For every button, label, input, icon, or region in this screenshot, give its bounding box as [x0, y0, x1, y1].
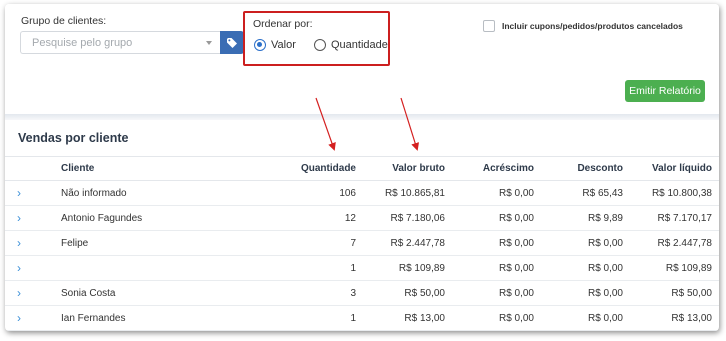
table-row[interactable]: › Não informado 106 R$ 10.865,81 R$ 0,00… — [5, 180, 719, 206]
filters-area: Grupo de clientes: Pesquise pelo grupo O… — [5, 4, 719, 115]
table-row[interactable]: › Felipe 7 R$ 2.447,78 R$ 0,00 R$ 0,00 R… — [5, 230, 719, 256]
cell-valor-liquido: R$ 10.800,38 — [623, 180, 719, 206]
cell-valor-liquido: R$ 7.170,17 — [623, 205, 719, 231]
table-row[interactable]: › Antonio Fagundes 12 R$ 7.180,06 R$ 0,0… — [5, 205, 719, 231]
table-header-row: Cliente Quantidade Valor bruto Acréscimo… — [5, 156, 719, 181]
cell-acrescimo: R$ 0,00 — [445, 230, 534, 256]
group-tag-button[interactable] — [220, 31, 244, 54]
order-option-quantidade: Quantidade — [331, 39, 388, 51]
cell-valor-bruto: R$ 50,00 — [356, 280, 445, 306]
cell-valor-liquido: R$ 109,89 — [623, 255, 719, 281]
cell-acrescimo: R$ 0,00 — [445, 305, 534, 331]
cell-valor-bruto: R$ 10.865,81 — [356, 180, 445, 206]
order-radio-valor[interactable]: Valor — [254, 39, 296, 51]
cell-desconto: R$ 0,00 — [534, 280, 623, 306]
include-cancelled-toggle[interactable]: Incluir cupons/pedidos/produtos cancelad… — [483, 20, 683, 32]
tag-icon — [227, 37, 237, 48]
header-acrescimo[interactable]: Acréscimo — [445, 156, 534, 181]
cell-cliente: Não informado — [45, 180, 225, 206]
cell-valor-bruto: R$ 13,00 — [356, 305, 445, 331]
report-panel: Grupo de clientes: Pesquise pelo grupo O… — [5, 4, 719, 331]
cell-acrescimo: R$ 0,00 — [445, 205, 534, 231]
section-title: Vendas por cliente — [18, 131, 129, 145]
cell-cliente: Sonia Costa — [45, 280, 225, 306]
group-label: Grupo de clientes: — [21, 15, 107, 27]
cell-desconto: R$ 65,43 — [534, 180, 623, 206]
cell-acrescimo: R$ 0,00 — [445, 280, 534, 306]
order-radio-quantidade[interactable]: Quantidade — [314, 39, 388, 51]
header-quantidade[interactable]: Quantidade — [225, 156, 356, 181]
cell-cliente: Ian Fernandes — [45, 305, 225, 331]
cell-cliente: Antonio Fagundes — [45, 205, 225, 231]
cell-acrescimo: R$ 0,00 — [445, 255, 534, 281]
table-row[interactable]: › 1 R$ 109,89 R$ 0,00 R$ 0,00 R$ 109,89 — [5, 255, 719, 281]
cell-quantidade: 7 — [225, 230, 356, 256]
radio-unselected-icon[interactable] — [314, 39, 326, 51]
cell-quantidade: 3 — [225, 280, 356, 306]
order-option-valor: Valor — [271, 39, 296, 51]
cell-valor-bruto: R$ 7.180,06 — [356, 205, 445, 231]
cell-quantidade: 12 — [225, 205, 356, 231]
caret-down-icon — [206, 41, 212, 45]
cell-acrescimo: R$ 0,00 — [445, 180, 534, 206]
order-label: Ordenar por: — [253, 18, 313, 30]
table-row[interactable]: › Sonia Costa 3 R$ 50,00 R$ 0,00 R$ 0,00… — [5, 280, 719, 306]
group-search-select[interactable]: Pesquise pelo grupo — [20, 31, 220, 54]
chevron-right-icon[interactable]: › — [17, 236, 21, 250]
cell-desconto: R$ 0,00 — [534, 230, 623, 256]
cell-desconto: R$ 9,89 — [534, 205, 623, 231]
cell-desconto: R$ 0,00 — [534, 305, 623, 331]
emit-report-button[interactable]: Emitir Relatório — [625, 80, 705, 102]
cell-valor-liquido: R$ 2.447,78 — [623, 230, 719, 256]
cell-cliente: Felipe — [45, 230, 225, 256]
radio-selected-icon[interactable] — [254, 39, 266, 51]
section-divider — [5, 114, 719, 120]
cell-desconto: R$ 0,00 — [534, 255, 623, 281]
header-cliente[interactable]: Cliente — [45, 156, 225, 181]
chevron-right-icon[interactable]: › — [17, 286, 21, 300]
chevron-right-icon[interactable]: › — [17, 211, 21, 225]
cell-valor-bruto: R$ 109,89 — [356, 255, 445, 281]
header-desconto[interactable]: Desconto — [534, 156, 623, 181]
cell-quantidade: 1 — [225, 255, 356, 281]
cell-valor-bruto: R$ 2.447,78 — [356, 230, 445, 256]
cell-valor-liquido: R$ 13,00 — [623, 305, 719, 331]
include-cancelled-label: Incluir cupons/pedidos/produtos cancelad… — [502, 21, 683, 31]
cell-cliente — [45, 255, 225, 281]
cell-quantidade: 106 — [225, 180, 356, 206]
cell-quantidade: 1 — [225, 305, 356, 331]
sales-table: Cliente Quantidade Valor bruto Acréscimo… — [5, 156, 719, 331]
include-cancelled-checkbox[interactable] — [483, 20, 495, 32]
table-row[interactable]: › Ian Fernandes 1 R$ 13,00 R$ 0,00 R$ 0,… — [5, 305, 719, 331]
header-expand — [5, 156, 45, 181]
header-valor-bruto[interactable]: Valor bruto — [356, 156, 445, 181]
header-valor-liquido[interactable]: Valor líquido — [623, 156, 719, 181]
chevron-right-icon[interactable]: › — [17, 311, 21, 325]
group-placeholder: Pesquise pelo grupo — [32, 37, 133, 49]
order-by-highlight: Ordenar por: Valor Quantidade — [243, 11, 390, 66]
chevron-right-icon[interactable]: › — [17, 186, 21, 200]
chevron-right-icon[interactable]: › — [17, 261, 21, 275]
cell-valor-liquido: R$ 50,00 — [623, 280, 719, 306]
